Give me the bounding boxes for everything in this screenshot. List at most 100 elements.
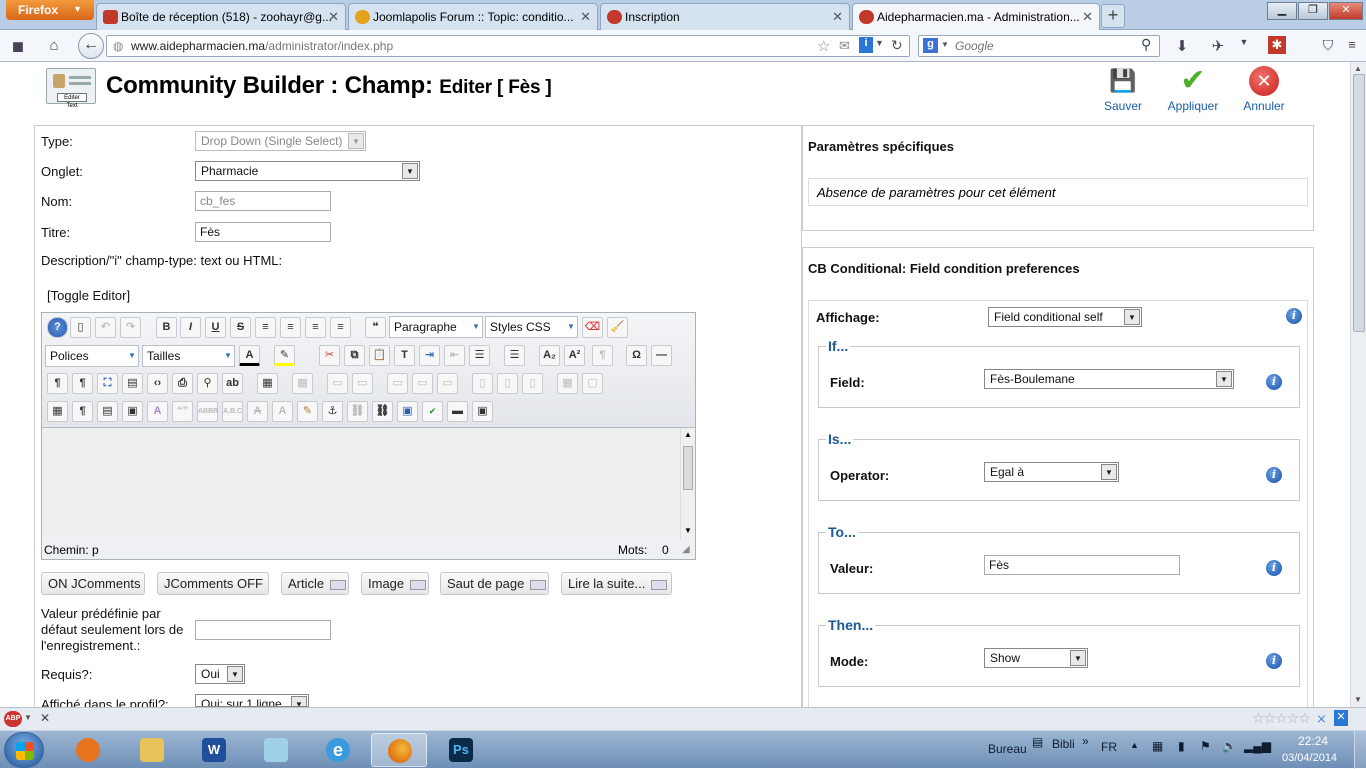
editor-scrollbar[interactable]: ▲ ▼ <box>680 428 695 540</box>
close-icon[interactable]: ✕ <box>1082 9 1093 25</box>
close-icon[interactable]: ✕ <box>580 9 591 25</box>
tab-gmail[interactable]: Boîte de réception (518) - zoohayr@g... … <box>96 3 346 30</box>
del-icon[interactable]: A <box>247 401 268 422</box>
attribs-icon[interactable]: ✎ <box>297 401 318 422</box>
font-family-select[interactable]: Polices ▼ <box>45 345 139 367</box>
read-more-button[interactable]: Lire la suite... <box>561 572 672 595</box>
paragraph-rtl-icon[interactable]: ¶ <box>72 373 93 394</box>
ins-icon[interactable]: A <box>272 401 293 422</box>
home-icon[interactable]: ⌂ <box>44 37 64 54</box>
highlight-color-icon[interactable]: ✎ <box>274 345 295 366</box>
save-button[interactable]: 💾 Sauver <box>1093 66 1153 113</box>
tray-app-icon[interactable]: ▦ <box>1152 739 1163 753</box>
copy-icon[interactable]: ⧉ <box>344 345 365 366</box>
strikethrough-button[interactable]: S <box>230 317 251 338</box>
unordered-list-icon[interactable]: ☰ <box>504 345 525 366</box>
name-input[interactable]: cb_fes <box>195 191 331 211</box>
battery-icon[interactable]: ▮ <box>1178 739 1185 753</box>
paragraph-ltr-icon[interactable]: ¶ <box>47 373 68 394</box>
row-props-icon[interactable]: ▭ <box>327 373 348 394</box>
table-insert-icon[interactable]: ▦ <box>257 373 278 394</box>
spellcheck-icon[interactable]: ✔ <box>422 401 443 422</box>
taskbar-ie[interactable]: e <box>310 733 366 767</box>
cite-icon[interactable]: “” <box>172 401 193 422</box>
italic-button[interactable]: I <box>180 317 201 338</box>
taskbar-word[interactable]: W <box>186 733 242 767</box>
new-tab-button[interactable]: + <box>1101 4 1125 28</box>
col-after-icon[interactable]: ▯ <box>497 373 518 394</box>
scroll-thumb[interactable] <box>1353 74 1365 332</box>
bookmarks-star-icon[interactable]: ◼ <box>8 37 28 55</box>
back-button[interactable]: ← <box>78 33 104 59</box>
style-props-icon[interactable]: A <box>147 401 168 422</box>
unlink-icon[interactable]: ⛓ <box>347 401 368 422</box>
rating-stars-icon[interactable]: ☆☆☆☆☆ <box>1252 710 1311 727</box>
preview-icon[interactable]: ▤ <box>122 373 143 394</box>
mode-select[interactable]: Show ▼ <box>984 648 1088 668</box>
direction-icon[interactable]: ¶ <box>592 345 613 366</box>
volume-icon[interactable]: 🔈 <box>1222 739 1237 753</box>
default-value-input[interactable] <box>195 620 331 640</box>
toggle-editor-link[interactable]: [Toggle Editor] <box>47 288 130 303</box>
info-icon[interactable]: i <box>1266 374 1282 390</box>
paste-text-icon[interactable]: T <box>394 345 415 366</box>
cleanup-broom-icon[interactable]: 🧹 <box>607 317 628 338</box>
required-select[interactable]: Oui ▼ <box>195 664 245 684</box>
chevron-down-icon[interactable]: ▼ <box>24 713 32 722</box>
tab-joomlapolis[interactable]: Joomlapolis Forum :: Topic: conditio... … <box>348 3 598 30</box>
on-jcomments-button[interactable]: ON JComments <box>41 572 145 595</box>
layer-icon[interactable]: ▣ <box>122 401 143 422</box>
taskbar-photoshop[interactable]: Ps <box>433 733 489 767</box>
reload-icon[interactable]: ↻ <box>891 37 903 54</box>
cancel-button[interactable]: ✕ Annuler <box>1234 66 1294 113</box>
page-break-button[interactable]: Saut de page <box>440 572 549 595</box>
outdent-icon[interactable]: ⇤ <box>444 345 465 366</box>
scroll-down-icon[interactable]: ▼ <box>1354 695 1362 704</box>
profile-select[interactable]: Oui: sur 1 ligne ▼ <box>195 694 309 707</box>
visual-aid-icon[interactable]: ▦ <box>47 401 68 422</box>
hr-icon[interactable]: ▬ <box>447 401 468 422</box>
horizontal-rule-icon[interactable]: — <box>651 345 672 366</box>
cut-icon[interactable]: ✂ <box>319 345 340 366</box>
chevron-down-icon[interactable]: ▼ <box>1234 37 1254 47</box>
editor-content-area[interactable]: ▲ ▼ <box>42 427 695 540</box>
format-select[interactable]: Paragraphe ▼ <box>389 316 483 338</box>
info-icon[interactable]: i <box>859 37 873 53</box>
maximize-button[interactable]: ❐ <box>1298 2 1328 20</box>
scroll-up-icon[interactable]: ▲ <box>1354 64 1362 73</box>
ordered-list-icon[interactable]: ☰ <box>469 345 490 366</box>
path-value[interactable]: p <box>92 543 99 557</box>
extension-icon[interactable]: ✈ <box>1208 37 1228 55</box>
download-icon[interactable]: ⬇ <box>1172 37 1192 55</box>
close-icon[interactable]: ✕ <box>40 711 50 725</box>
source-code-icon[interactable]: ‹› <box>147 373 168 394</box>
taskbar-firefox[interactable] <box>371 733 427 767</box>
indent-icon[interactable]: ⇥ <box>419 345 440 366</box>
info-icon[interactable]: i <box>1266 560 1282 576</box>
print-icon[interactable]: ⎙ <box>172 373 193 394</box>
new-document-icon[interactable]: ▯ <box>70 317 91 338</box>
fullscreen-icon[interactable]: ⛶ <box>97 373 118 394</box>
jcomments-off-button[interactable]: JComments OFF <box>157 572 269 595</box>
taskbar-explorer[interactable] <box>124 733 180 767</box>
tab-inscription[interactable]: Inscription ✕ <box>600 3 850 30</box>
toolbar-chevron[interactable]: » <box>1082 734 1089 748</box>
split-cells-icon[interactable]: ▦ <box>557 373 578 394</box>
blockquote-icon[interactable]: ❝ <box>365 317 386 338</box>
row-delete-icon[interactable]: ▭ <box>437 373 458 394</box>
find-icon[interactable]: ⚲ <box>197 373 218 394</box>
apply-button[interactable]: ✔ Appliquer <box>1163 66 1223 114</box>
chevron-down-icon[interactable]: ▼ <box>875 38 884 48</box>
type-select[interactable]: Drop Down (Single Select) ▼ <box>195 131 366 151</box>
info-icon[interactable]: i <box>1286 308 1302 324</box>
align-right-icon[interactable]: ≡ <box>330 317 351 338</box>
value-input[interactable]: Fès <box>984 555 1180 575</box>
adblock-icon[interactable]: ABP <box>4 711 22 727</box>
bold-button[interactable]: B <box>156 317 177 338</box>
title-input[interactable]: Fès <box>195 222 331 242</box>
menu-icon[interactable]: ≡ <box>1342 37 1362 52</box>
underline-button[interactable]: U <box>205 317 226 338</box>
flag-icon[interactable]: ⚑ <box>1200 739 1211 753</box>
scroll-up-icon[interactable]: ▲ <box>684 430 692 439</box>
paste-icon[interactable]: 📋 <box>369 345 390 366</box>
